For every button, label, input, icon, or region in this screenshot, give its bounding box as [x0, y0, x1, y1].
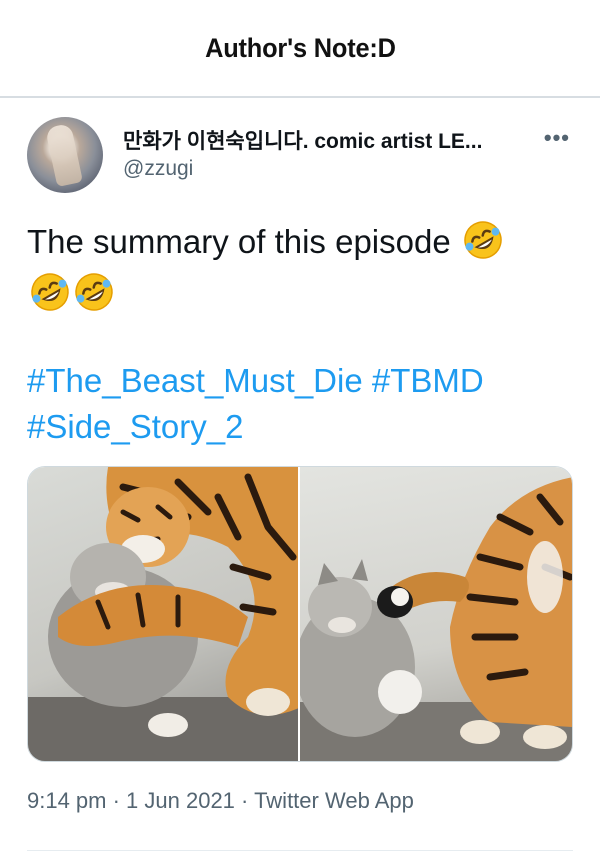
hashtag-link[interactable]: #Side_Story_2 [27, 408, 243, 445]
tweet-media[interactable] [27, 466, 573, 762]
page-title: Author's Note:D [204, 32, 396, 63]
hashtag-link[interactable]: #The_Beast_Must_Die [27, 362, 363, 399]
more-options-icon[interactable]: ••• [544, 125, 570, 151]
tweet-author[interactable]: 만화가 이현숙입니다. comic artist LE... @zzugi ••… [27, 115, 576, 195]
avatar[interactable] [27, 117, 103, 193]
media-image-tiger-hugging-cat[interactable] [28, 467, 300, 761]
tweet-text: The summary of this episode [27, 218, 570, 318]
page-header: Author's Note:D [0, 0, 600, 98]
tiger-tail-illustration [300, 477, 572, 761]
user-handle[interactable]: @zzugi [123, 157, 193, 181]
hashtag-link[interactable]: #TBMD [372, 362, 484, 399]
rolling-on-floor-laughing-emoji [73, 271, 115, 313]
tiger-cat-illustration [28, 467, 298, 761]
hashtags: #The_Beast_Must_Die #TBMD #Side_Story_2 [27, 358, 570, 450]
emoji-row [27, 270, 570, 318]
media-image-tiger-tail-cat[interactable] [300, 467, 572, 761]
rolling-on-floor-laughing-emoji [29, 271, 71, 313]
avatar-figure [45, 122, 83, 188]
rolling-on-floor-laughing-emoji [462, 219, 504, 261]
tweet-timestamp[interactable]: 9:14 pm · 1 Jun 2021 · Twitter Web App [27, 788, 414, 814]
divider [27, 850, 573, 851]
display-name[interactable]: 만화가 이현숙입니다. comic artist LE... [123, 125, 482, 155]
tweet-text-body: The summary of this episode [27, 223, 451, 260]
